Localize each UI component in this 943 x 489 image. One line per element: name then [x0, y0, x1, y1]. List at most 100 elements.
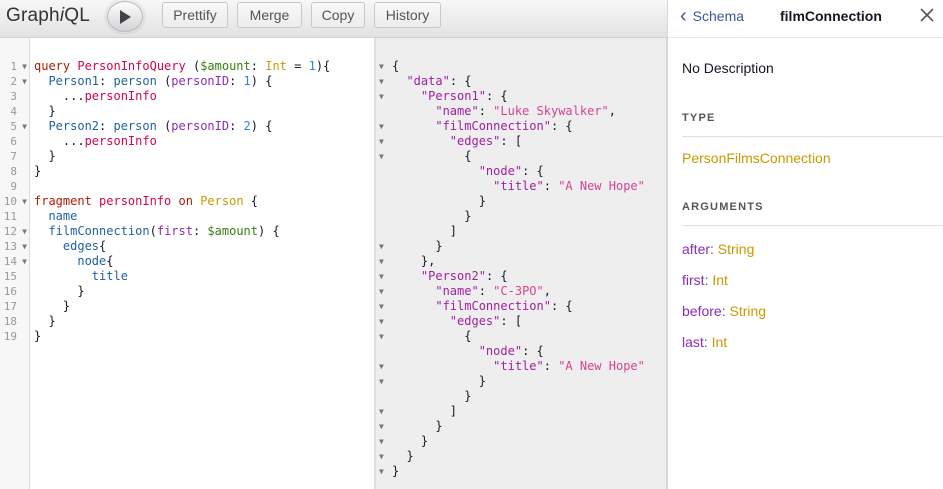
fold-arrow-icon[interactable]: ▼: [22, 74, 27, 89]
code-token: "A New Hope": [558, 179, 645, 193]
code-token: fragment: [34, 194, 92, 208]
argument-item[interactable]: before: String: [682, 303, 766, 319]
chevron-left-icon: ‹: [680, 4, 687, 27]
fold-arrow-icon[interactable]: ▼: [379, 359, 389, 374]
result-line: "data": {: [392, 74, 471, 89]
section-divider: [682, 225, 943, 226]
query-line-gutter: 1 ▼ 2 ▼ 3 4 5 ▼ 6 7 8 9 10 ▼ 11 12 ▼ 13 ▼ 14 ▼ 15 16 17 18 19: [0, 38, 30, 489]
result-line: "filmConnection": {: [392, 299, 572, 314]
fold-arrow-icon[interactable]: ▼: [379, 449, 389, 464]
fold-arrow-icon[interactable]: ▼: [379, 254, 389, 269]
code-token: "name": [435, 104, 479, 118]
result-line: }: [392, 434, 428, 449]
fold-arrow-icon[interactable]: ▼: [379, 374, 389, 389]
fold-arrow-icon[interactable]: ▼: [379, 239, 389, 254]
code-line: filmConnection(first: $amount) {: [34, 224, 280, 239]
fold-arrow-icon[interactable]: ▼: [379, 299, 389, 314]
fold-arrow-icon[interactable]: ▼: [22, 239, 27, 254]
fold-arrow-icon[interactable]: ▼: [379, 329, 389, 344]
toolbar: GraphiQL Prettify Merge Copy History: [0, 0, 667, 38]
code-token: ...: [34, 134, 85, 148]
code-token: :: [99, 74, 114, 88]
fold-arrow-icon[interactable]: ▼: [379, 404, 389, 419]
fold-arrow-icon[interactable]: ▼: [379, 89, 389, 104]
code-token: ]: [392, 224, 458, 238]
query-editor[interactable]: 1 ▼ 2 ▼ 3 4 5 ▼ 6 7 8 9 10 ▼ 11 12 ▼ 13 ▼ 14 ▼ 15 16 17 18 19 que…: [0, 38, 374, 489]
fold-arrow-icon[interactable]: ▼: [379, 149, 389, 164]
code-token: Person1: [48, 74, 100, 88]
code-token: }: [34, 104, 56, 118]
code-token: person: [113, 74, 157, 88]
docs-explorer: ‹ Schema filmConnection No Description T…: [667, 0, 943, 489]
docs-back-button[interactable]: ‹ Schema: [680, 4, 745, 27]
fold-arrow-icon[interactable]: ▼: [379, 284, 389, 299]
result-line: }: [392, 374, 486, 389]
code-token: }: [34, 329, 42, 343]
prettify-button[interactable]: Prettify: [162, 2, 228, 28]
docs-back-label: Schema: [692, 8, 745, 24]
code-token: name: [48, 209, 78, 223]
code-token: {: [243, 194, 259, 208]
code-token: }: [392, 464, 400, 478]
code-token: $amount: [200, 59, 251, 73]
code-token: ) {: [250, 119, 273, 133]
code-token: ) {: [250, 74, 273, 88]
code-token: "title": [493, 359, 544, 373]
fold-arrow-icon[interactable]: ▼: [22, 254, 27, 269]
code-token: personInfo: [84, 89, 157, 103]
code-token: }: [34, 299, 71, 313]
fold-arrow-icon[interactable]: ▼: [22, 224, 27, 239]
result-line: {: [392, 329, 471, 344]
code-token: Int: [265, 59, 287, 73]
result-line: "node": {: [392, 344, 544, 359]
result-line: {: [392, 59, 399, 74]
line-number: 18: [3, 315, 17, 328]
fold-arrow-icon[interactable]: ▼: [379, 269, 389, 284]
copy-button[interactable]: Copy: [311, 2, 365, 28]
fold-arrow-icon[interactable]: ▼: [379, 134, 389, 149]
code-token: ) {: [258, 224, 280, 238]
type-section-title: TYPE: [682, 112, 716, 124]
fold-arrow-icon[interactable]: ▼: [379, 119, 389, 134]
code-token: "A New Hope": [558, 359, 645, 373]
fold-arrow-icon[interactable]: ▼: [379, 74, 389, 89]
type-link[interactable]: PersonFilmsConnection: [682, 150, 831, 166]
fold-arrow-icon[interactable]: ▼: [379, 464, 389, 479]
code-token: filmConnection: [48, 224, 150, 238]
argument-item[interactable]: last: Int: [682, 334, 727, 350]
code-token: "node": [478, 344, 523, 358]
code-token: }: [392, 389, 472, 403]
code-token: }: [34, 164, 42, 178]
merge-button[interactable]: Merge: [237, 2, 302, 28]
code-token: }: [392, 434, 429, 448]
fold-arrow-icon[interactable]: ▼: [379, 434, 389, 449]
line-number: 14 ▼: [3, 254, 27, 269]
fold-arrow-icon[interactable]: ▼: [22, 59, 27, 74]
fold-arrow-icon[interactable]: ▼: [379, 419, 389, 434]
fold-arrow-icon[interactable]: ▼: [379, 59, 389, 74]
execute-query-button[interactable]: [107, 1, 143, 32]
code-line: }: [34, 329, 41, 344]
argument-item[interactable]: first: Int: [682, 272, 728, 288]
fold-arrow-icon[interactable]: ▼: [379, 314, 389, 329]
code-token: 1: [308, 59, 316, 73]
code-token: {: [392, 329, 472, 343]
fold-arrow-icon[interactable]: ▼: [22, 119, 27, 134]
code-line: edges{: [34, 239, 106, 254]
code-token: }: [392, 209, 472, 223]
code-token: ,: [543, 284, 551, 298]
code-token: :: [478, 104, 494, 118]
close-icon[interactable]: [920, 8, 934, 22]
history-button[interactable]: History: [374, 2, 441, 28]
argument-item[interactable]: after: String: [682, 241, 754, 257]
fold-arrow-icon[interactable]: ▼: [22, 194, 27, 209]
